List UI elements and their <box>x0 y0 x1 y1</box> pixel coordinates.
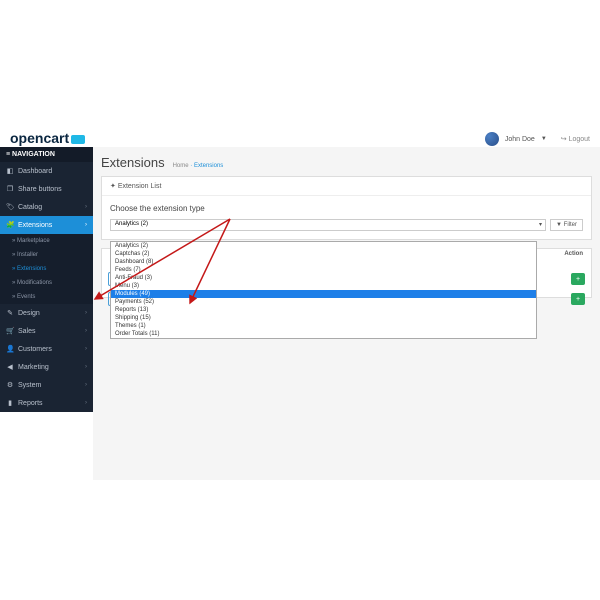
sidebar-sub-marketplace[interactable]: » Marketplace <box>0 234 93 248</box>
dropdown-option[interactable]: Modules (49) <box>111 290 536 298</box>
sidebar-item-share-buttons[interactable]: ❐Share buttons <box>0 180 93 198</box>
chevron-right-icon: › <box>85 328 87 334</box>
sidebar-sub-extensions[interactable]: » Extensions <box>0 262 93 276</box>
main-content: Extensions Home · Extensions ✦ Extension… <box>93 147 600 480</box>
nav-icon: ✎ <box>6 309 14 317</box>
nav-icon: 👤 <box>6 345 14 353</box>
sidebar-item-system[interactable]: ⚙System› <box>0 376 93 394</box>
user-name[interactable]: John Doe <box>505 136 535 143</box>
action-column-header: Action <box>564 251 583 257</box>
sidebar-item-reports[interactable]: ▮Reports› <box>0 394 93 412</box>
chevron-right-icon: › <box>85 382 87 388</box>
caret-down-icon[interactable]: ▼ <box>541 136 547 142</box>
chevron-right-icon: › <box>85 400 87 406</box>
nav-icon: ◧ <box>6 167 14 175</box>
nav-icon: ❐ <box>6 185 14 193</box>
chevron-right-icon: › <box>85 204 87 210</box>
choose-label: Choose the extension type <box>110 204 583 213</box>
extension-type-dropdown: Analytics (2)Captchas (2)Dashboard (8)Fe… <box>110 241 537 339</box>
sidebar-item-customers[interactable]: 👤Customers› <box>0 340 93 358</box>
extension-list-panel: ✦ Extension List Choose the extension ty… <box>101 176 592 240</box>
extension-type-select[interactable]: Analytics (2) <box>110 219 546 231</box>
filter-button[interactable]: ▼ Filter <box>550 219 583 231</box>
sidebar-item-catalog[interactable]: 🏷Catalog› <box>0 198 93 216</box>
chevron-right-icon: › <box>85 222 87 228</box>
dropdown-option[interactable]: Analytics (2) <box>111 242 536 250</box>
sidebar-item-design[interactable]: ✎Design› <box>0 304 93 322</box>
panel-header: ✦ Extension List <box>102 177 591 196</box>
nav-icon: ⚙ <box>6 381 14 389</box>
dropdown-option[interactable]: Shipping (15) <box>111 314 536 322</box>
chevron-right-icon: › <box>85 346 87 352</box>
chevron-right-icon: › <box>85 310 87 316</box>
nav-header: ≡ NAVIGATION <box>0 147 93 162</box>
install-button[interactable]: + <box>571 273 585 285</box>
avatar[interactable] <box>485 132 499 146</box>
dropdown-option[interactable]: Order Totals (11) <box>111 330 536 338</box>
nav-icon: ▮ <box>6 399 14 407</box>
nav-icon: 🧩 <box>6 221 14 229</box>
dropdown-option[interactable]: Reports (13) <box>111 306 536 314</box>
dropdown-option[interactable]: Menu (3) <box>111 282 536 290</box>
sidebar-sub-installer[interactable]: » Installer <box>0 248 93 262</box>
sidebar-item-extensions[interactable]: 🧩Extensions› <box>0 216 93 234</box>
header-user: John Doe ▼ ↪ Logout <box>485 132 590 146</box>
dropdown-option[interactable]: Anti-Fraud (3) <box>111 274 536 282</box>
sidebar-item-sales[interactable]: 🛒Sales› <box>0 322 93 340</box>
breadcrumb: Home · Extensions <box>173 163 224 169</box>
dropdown-option[interactable]: Themes (1) <box>111 322 536 330</box>
dropdown-option[interactable]: Feeds (7) <box>111 266 536 274</box>
sidebar-item-dashboard[interactable]: ◧Dashboard <box>0 162 93 180</box>
sidebar-sub-events[interactable]: » Events <box>0 290 93 304</box>
chevron-right-icon: › <box>85 364 87 370</box>
sidebar-sub-modifications[interactable]: » Modifications <box>0 276 93 290</box>
sidebar: ≡ NAVIGATION ◧Dashboard❐Share buttons🏷Ca… <box>0 147 93 412</box>
dropdown-option[interactable]: Payments (52) <box>111 298 536 306</box>
sidebar-item-marketing[interactable]: ◀Marketing› <box>0 358 93 376</box>
nav-icon: 🛒 <box>6 327 14 335</box>
page-title: Extensions <box>101 155 165 170</box>
dropdown-option[interactable]: Captchas (2) <box>111 250 536 258</box>
nav-icon: 🏷 <box>6 203 14 211</box>
install-button[interactable]: + <box>571 293 585 305</box>
logout-link[interactable]: ↪ Logout <box>561 135 590 143</box>
logo: opencart <box>10 130 85 146</box>
dropdown-option[interactable]: Dashboard (8) <box>111 258 536 266</box>
cart-icon <box>71 135 85 144</box>
nav-icon: ◀ <box>6 363 14 371</box>
